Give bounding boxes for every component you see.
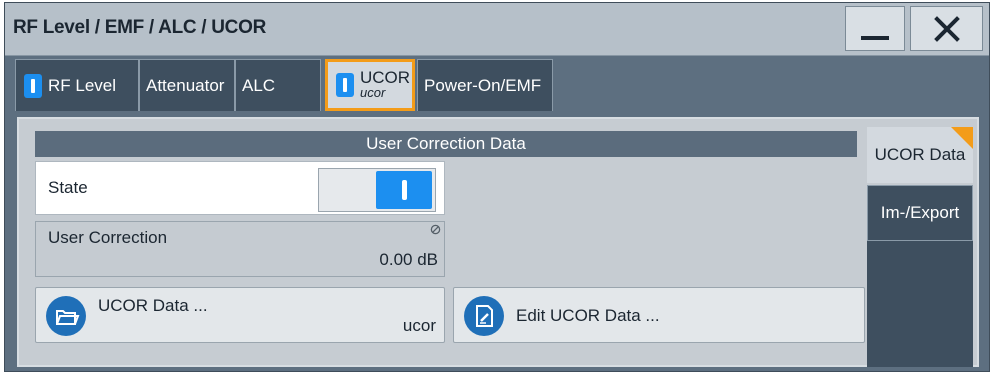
ucor-data-button[interactable]: UCOR Data ... ucor bbox=[35, 287, 445, 343]
user-correction-field: User Correction 0.00 dB bbox=[35, 221, 445, 277]
not-editable-icon bbox=[430, 224, 441, 235]
tab-label: RF Level bbox=[48, 75, 117, 95]
window-title: RF Level / EMF / ALC / UCOR bbox=[13, 17, 266, 38]
tab-label: Attenuator bbox=[146, 75, 225, 95]
tab-ucor[interactable]: UCOR ucor bbox=[325, 59, 415, 111]
tab-rf-level[interactable]: RF Level bbox=[15, 59, 139, 111]
tab-sublabel: ucor bbox=[360, 85, 386, 100]
side-tab-im-export[interactable]: Im-/Export bbox=[867, 185, 973, 241]
active-corner-marker bbox=[951, 127, 973, 149]
ucor-data-label: UCOR Data ... bbox=[98, 296, 208, 315]
content-panel: User Correction Data State User Correcti… bbox=[17, 117, 979, 367]
user-correction-label: User Correction bbox=[48, 228, 168, 247]
folder-icon bbox=[46, 296, 86, 336]
side-tab-filler bbox=[867, 241, 973, 367]
tab-label: UCOR bbox=[360, 68, 411, 87]
user-correction-value: 0.00 dB bbox=[379, 250, 438, 269]
close-icon bbox=[933, 15, 960, 42]
tab-power-on-emf[interactable]: Power-On/EMF bbox=[417, 59, 553, 111]
side-tab-label: Im-/Export bbox=[880, 203, 960, 222]
toggle-on-icon bbox=[24, 73, 42, 98]
section-header: User Correction Data bbox=[35, 131, 857, 157]
edit-ucor-data-button[interactable]: Edit UCOR Data ... bbox=[453, 287, 865, 343]
state-label: State bbox=[48, 178, 88, 197]
side-tab-ucor-data[interactable]: UCOR Data bbox=[867, 127, 973, 183]
close-button[interactable] bbox=[910, 6, 983, 51]
toggle-on-icon bbox=[336, 73, 354, 97]
tab-label: Power-On/EMF bbox=[424, 75, 542, 95]
tab-alc[interactable]: ALC bbox=[235, 59, 321, 111]
edit-ucor-data-label: Edit UCOR Data ... bbox=[516, 306, 660, 325]
minimize-button[interactable] bbox=[845, 6, 905, 51]
toggle-on-icon bbox=[376, 171, 432, 209]
tab-bar: RF Level Attenuator ALC UCOR ucor Power-… bbox=[15, 59, 979, 113]
minimize-icon bbox=[861, 35, 889, 40]
state-toggle[interactable] bbox=[318, 168, 436, 212]
edit-icon bbox=[464, 296, 504, 336]
tab-label: ALC bbox=[242, 75, 276, 95]
dialog-window: RF Level / EMF / ALC / UCOR RF Level Att… bbox=[4, 2, 990, 372]
state-row: State bbox=[35, 161, 445, 215]
tab-attenuator[interactable]: Attenuator bbox=[139, 59, 235, 111]
ucor-data-value: ucor bbox=[402, 316, 436, 335]
title-bar: RF Level / EMF / ALC / UCOR bbox=[5, 3, 989, 56]
